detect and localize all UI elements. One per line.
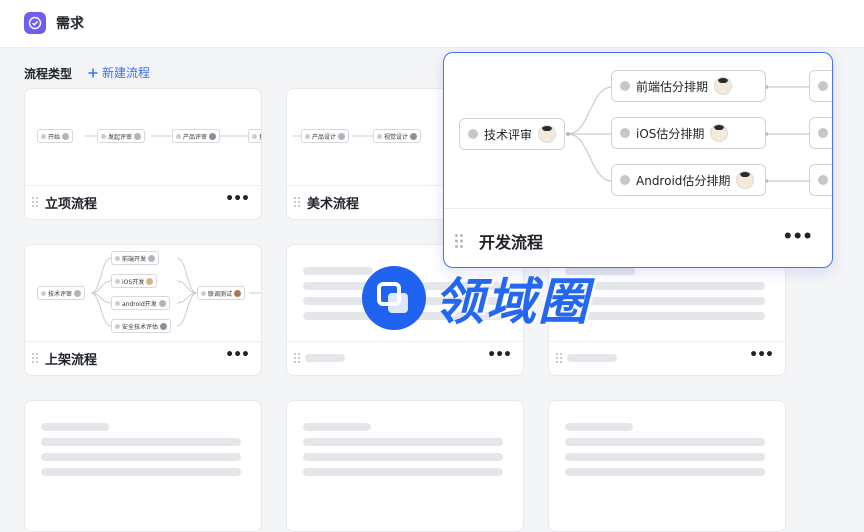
flow-node: 发起评审 — [97, 129, 146, 143]
drag-handle-icon[interactable] — [32, 197, 38, 207]
flow-node-ios[interactable]: iOS估分排期 — [611, 117, 766, 149]
plus-icon — [88, 68, 98, 77]
flow-card-release[interactable]: 技术评审 前端开发 iOS开发 android开发 安全技术评估 联调测试 上架… — [24, 244, 262, 376]
more-button[interactable]: ••• — [487, 347, 512, 363]
flow-node-next — [809, 70, 832, 102]
drag-handle-icon[interactable] — [455, 233, 463, 248]
drag-handle-icon — [294, 353, 300, 363]
flow-node: 技 — [248, 129, 261, 143]
card-title: 上架流程 — [45, 353, 98, 368]
card-footer: 上架流程 ••• — [25, 341, 261, 375]
flow-node: iOS开发 — [111, 274, 158, 288]
flow-node: 联调测试 — [197, 286, 246, 300]
flow-node-frontend[interactable]: 前端估分排期 — [611, 70, 766, 102]
flow-node: 产品评审 — [172, 129, 221, 143]
new-flow-button[interactable]: 新建流程 — [88, 64, 150, 81]
flow-card-dev-highlighted[interactable]: 技术评审 前端估分排期 iOS估分排期 Android估分排期 开发流程 ••• — [443, 52, 833, 268]
card-footer: 开发流程 ••• — [444, 208, 832, 267]
watermark: 领域圈 — [362, 262, 590, 334]
app-check-icon[interactable] — [24, 12, 46, 34]
more-button[interactable]: ••• — [225, 347, 250, 363]
flow-node: 前端开发 — [111, 251, 160, 265]
flow-node-next — [809, 164, 832, 196]
flow-node: android开发 — [111, 296, 170, 310]
avatar — [714, 77, 733, 95]
card-title: 开发流程 — [479, 233, 544, 252]
flow-node: 安全技术评估 — [111, 319, 172, 333]
flow-card-project[interactable]: 开始 发起评审 产品评审 技 立项流程 ••• — [24, 88, 262, 220]
avatar — [538, 125, 557, 143]
watermark-logo-icon — [362, 266, 426, 330]
flow-node: 视觉设计 — [373, 129, 422, 143]
flow-node-tech-review[interactable]: 技术评审 — [459, 118, 566, 150]
top-bar: 需求 — [0, 0, 864, 48]
flow-node-android[interactable]: Android估分排期 — [611, 164, 766, 196]
new-flow-label: 新建流程 — [102, 66, 151, 80]
more-button[interactable]: ••• — [782, 227, 813, 247]
flow-node: 开始 — [37, 129, 74, 143]
page-title: 需求 — [56, 16, 84, 32]
avatar — [736, 171, 755, 189]
drag-handle-icon[interactable] — [294, 197, 300, 207]
avatar — [710, 124, 729, 142]
flow-preview: 技术评审 前端开发 iOS开发 android开发 安全技术评估 联调测试 — [25, 245, 261, 342]
flow-node: 产品设计 — [301, 129, 350, 143]
flow-node-next — [809, 117, 832, 149]
more-button[interactable]: ••• — [225, 191, 250, 207]
drag-handle-icon — [556, 353, 562, 363]
drag-handle-icon[interactable] — [32, 353, 38, 363]
skeleton-card — [24, 400, 262, 532]
more-button[interactable]: ••• — [749, 347, 774, 363]
flow-preview: 开始 发起评审 产品评审 技 — [25, 89, 261, 186]
skeleton-card — [286, 400, 524, 532]
card-footer: 立项流程 ••• — [25, 185, 261, 219]
watermark-text: 领域圈 — [434, 273, 590, 331]
flow-node: 技术评审 — [37, 286, 86, 300]
card-title: 立项流程 — [45, 197, 98, 212]
section-title: 流程类型 — [24, 67, 73, 81]
skeleton-card — [548, 400, 786, 532]
card-title: 美术流程 — [307, 197, 360, 212]
